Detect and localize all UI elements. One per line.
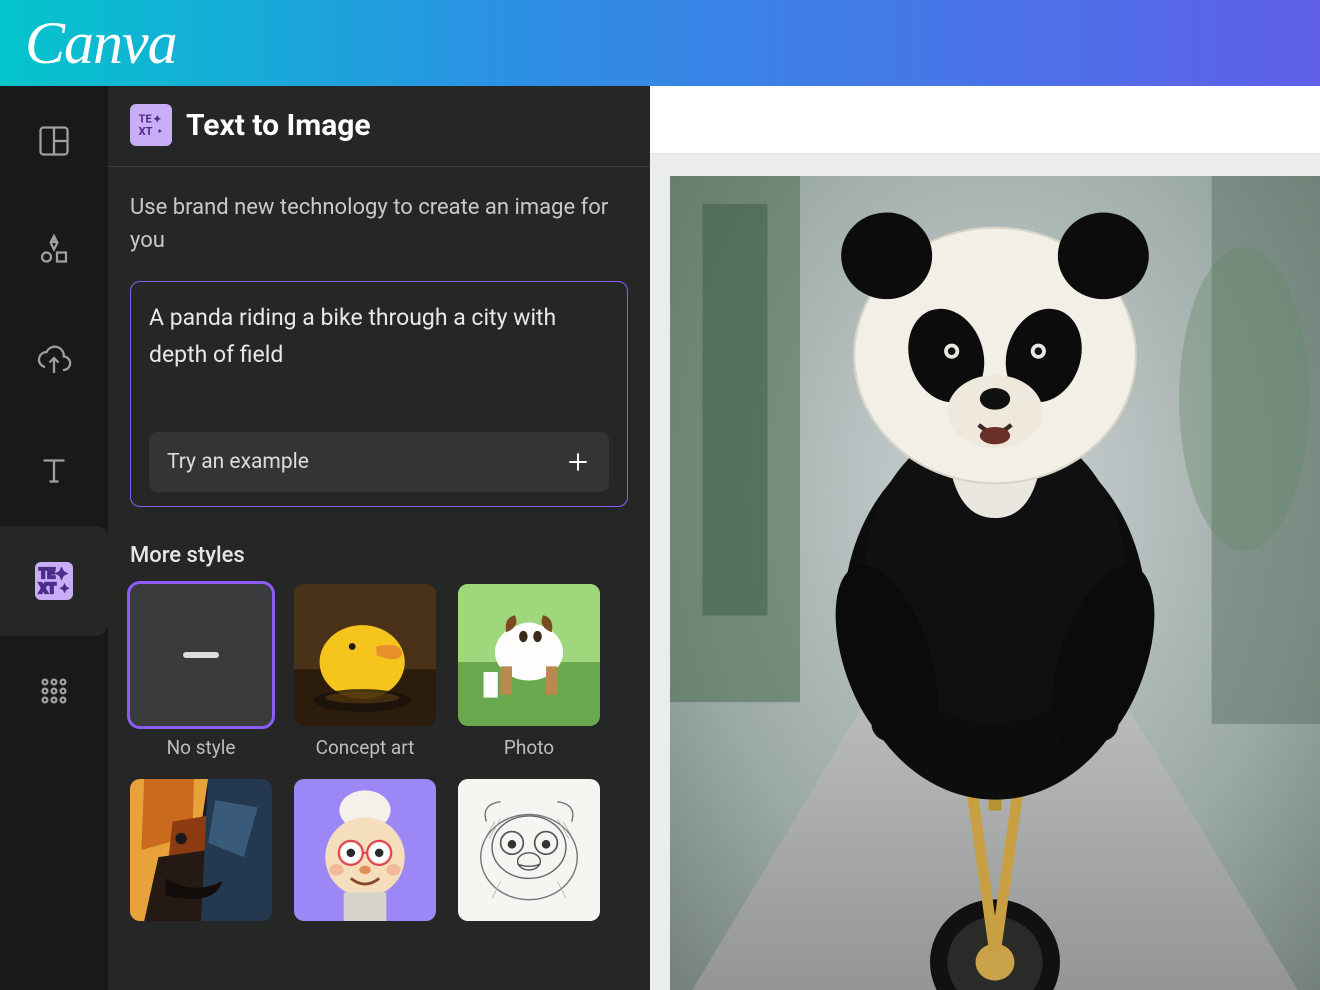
nav-templates[interactable] bbox=[29, 116, 79, 166]
canva-logo: Canva bbox=[25, 9, 177, 78]
elements-icon bbox=[36, 233, 72, 269]
style-thumb-3d bbox=[294, 779, 436, 921]
svg-text:TE: TE bbox=[139, 113, 153, 126]
style-tile-painting[interactable] bbox=[130, 779, 272, 931]
plus-icon bbox=[565, 449, 591, 475]
style-tile-no-style[interactable]: No style bbox=[130, 584, 272, 759]
nav-more-apps[interactable] bbox=[29, 666, 79, 716]
canvas-area bbox=[650, 86, 1320, 990]
style-thumb-none bbox=[130, 584, 272, 726]
minus-icon bbox=[183, 652, 219, 658]
style-thumb-painting bbox=[130, 779, 272, 921]
top-header: Canva bbox=[0, 0, 1320, 86]
templates-icon bbox=[36, 123, 72, 159]
text-icon bbox=[36, 453, 72, 489]
panel-intro: Use brand new technology to create an im… bbox=[130, 191, 628, 257]
style-thumb-concept bbox=[294, 584, 436, 726]
side-panel: TEXT Text to Image Use brand new technol… bbox=[108, 86, 650, 990]
svg-text:TE: TE bbox=[39, 566, 55, 582]
style-label: No style bbox=[167, 736, 236, 759]
uploads-icon bbox=[36, 343, 72, 379]
style-tile-3d[interactable] bbox=[294, 779, 436, 931]
generated-image[interactable] bbox=[670, 176, 1320, 990]
canvas-toolbar bbox=[650, 86, 1320, 154]
style-tile-concept-art[interactable]: Concept art bbox=[294, 584, 436, 759]
svg-text:XT: XT bbox=[139, 125, 153, 138]
prompt-input[interactable] bbox=[149, 300, 609, 410]
nav-rail: TEXT bbox=[0, 86, 108, 990]
styles-heading: More styles bbox=[130, 543, 628, 568]
panel-body: Use brand new technology to create an im… bbox=[108, 167, 650, 955]
nav-elements[interactable] bbox=[29, 226, 79, 276]
more-apps-icon bbox=[36, 673, 72, 709]
try-example-button[interactable]: Try an example bbox=[149, 432, 609, 492]
main-area: TEXT TEXT Text to Image Use brand new te… bbox=[0, 86, 1320, 990]
style-label: Photo bbox=[504, 736, 554, 759]
styles-grid: No style bbox=[130, 584, 628, 931]
style-label: Concept art bbox=[316, 736, 415, 759]
style-tile-sketch[interactable] bbox=[458, 779, 600, 931]
nav-text[interactable] bbox=[29, 446, 79, 496]
svg-text:XT: XT bbox=[39, 581, 57, 597]
nav-uploads[interactable] bbox=[29, 336, 79, 386]
panel-title: Text to Image bbox=[186, 108, 371, 143]
try-example-label: Try an example bbox=[167, 450, 309, 474]
nav-text-to-image[interactable]: TEXT bbox=[29, 556, 79, 606]
prompt-box: Try an example bbox=[130, 281, 628, 507]
panel-header: TEXT Text to Image bbox=[108, 86, 650, 167]
text-to-image-badge-icon: TEXT bbox=[130, 104, 172, 146]
style-thumb-sketch bbox=[458, 779, 600, 921]
text-to-image-icon: TEXT bbox=[35, 562, 73, 600]
style-thumb-photo bbox=[458, 584, 600, 726]
style-tile-photo[interactable]: Photo bbox=[458, 584, 600, 759]
